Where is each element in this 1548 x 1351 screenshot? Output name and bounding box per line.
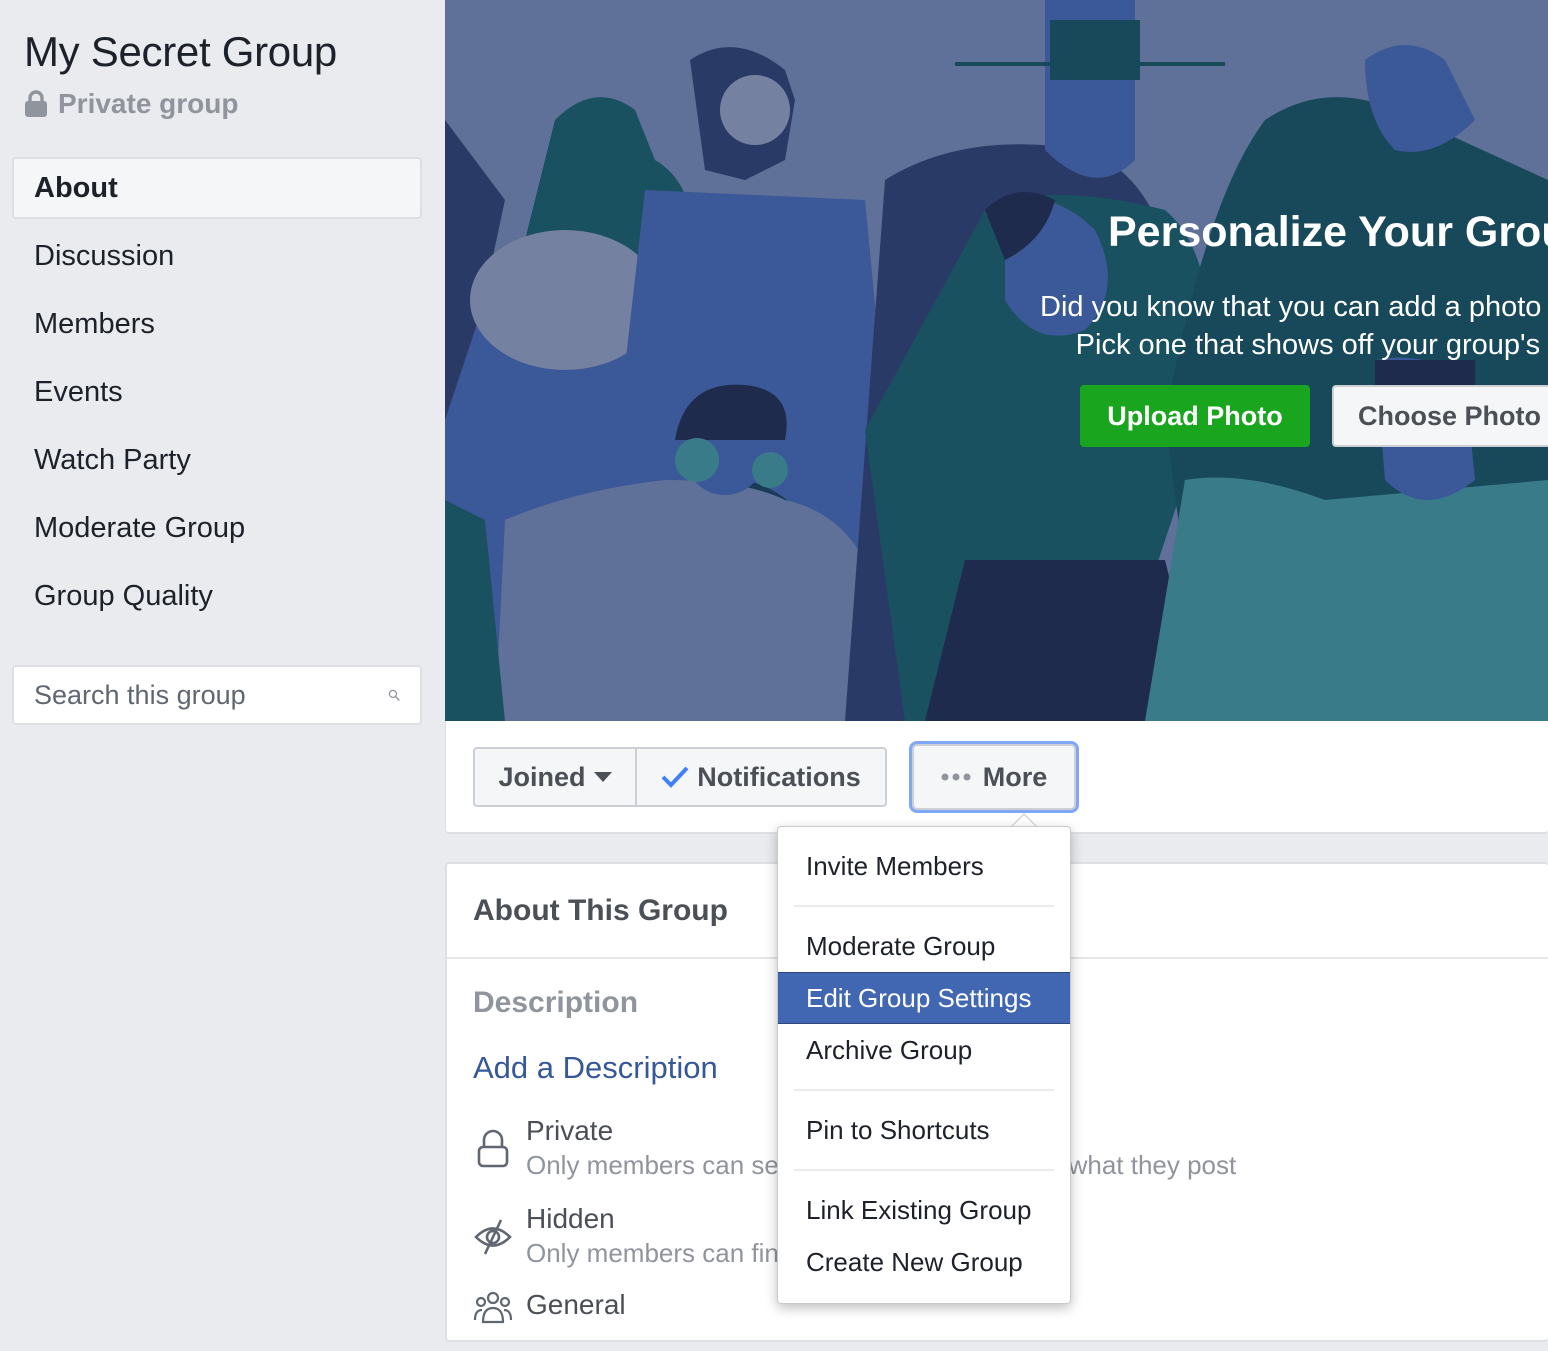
cover-title: Personalize Your Group [1108,208,1548,256]
cover-subtitle: Did you know that you can add a photo or… [935,288,1548,364]
search-icon[interactable] [388,678,400,712]
menu-item-edit-group-settings[interactable]: Edit Group Settings [778,972,1070,1024]
upload-photo-button[interactable]: Upload Photo [1080,385,1310,447]
menu-item-pin-to-shortcuts[interactable]: Pin to Shortcuts [778,1104,1070,1156]
menu-item-archive-group[interactable]: Archive Group [778,1024,1070,1076]
menu-separator [794,1169,1054,1171]
sidebar-item-about[interactable]: About [12,157,422,219]
sidebar-nav: About Discussion Members Events Watch Pa… [12,157,422,633]
lock-outline-icon [477,1129,509,1168]
cover-subtitle-line1: Did you know that you can add a photo or… [1040,291,1548,323]
caret-down-icon [593,772,612,782]
menu-item-moderate-group[interactable]: Moderate Group [778,920,1070,972]
cover-subtitle-line2: Pick one that shows off your group's per… [1075,329,1548,361]
sidebar-item-watch-party[interactable]: Watch Party [12,429,422,491]
more-label: More [982,761,1048,792]
category-info-row: General [473,1288,626,1328]
sidebar-item-group-quality[interactable]: Group Quality [12,565,422,627]
cover-photo-area: Personalize Your Group Did you know that… [445,0,1548,721]
menu-caret [1011,813,1037,827]
description-label: Description [473,986,639,1019]
group-action-bar: Joined Notifications More [445,721,1548,834]
more-button[interactable]: More [912,744,1076,810]
joined-button[interactable]: Joined [475,749,637,805]
joined-label: Joined [498,761,586,792]
search-box [12,665,422,725]
lock-icon [25,90,47,117]
more-dots-icon [941,773,971,781]
membership-button-group: Joined Notifications [473,747,887,807]
menu-item-link-existing-group[interactable]: Link Existing Group [778,1184,1070,1236]
people-icon [473,1291,513,1324]
notifications-button[interactable]: Notifications [637,749,885,805]
privacy-text: Private group [58,88,239,119]
menu-separator [794,1089,1054,1091]
sidebar-item-moderate-group[interactable]: Moderate Group [12,497,422,559]
sidebar: My Secret Group Private group About Disc… [0,0,445,1351]
group-title[interactable]: My Secret Group [24,28,337,76]
search-input[interactable] [34,679,388,711]
category-title: General [526,1289,626,1320]
notifications-label: Notifications [697,761,861,792]
checkmark-icon [661,766,689,788]
sidebar-item-discussion[interactable]: Discussion [12,225,422,287]
privacy-label: Private group [24,88,238,120]
add-description-link[interactable]: Add a Description [473,1050,718,1086]
sidebar-item-members[interactable]: Members [12,293,422,355]
menu-separator [794,905,1054,907]
choose-photo-button[interactable]: Choose Photo [1332,385,1548,447]
menu-item-invite-members[interactable]: Invite Members [778,840,1070,892]
menu-item-create-new-group[interactable]: Create New Group [778,1236,1070,1288]
more-dropdown-menu: Invite Members Moderate Group Edit Group… [777,826,1071,1304]
sidebar-item-events[interactable]: Events [12,361,422,423]
eye-slash-icon [474,1219,512,1255]
